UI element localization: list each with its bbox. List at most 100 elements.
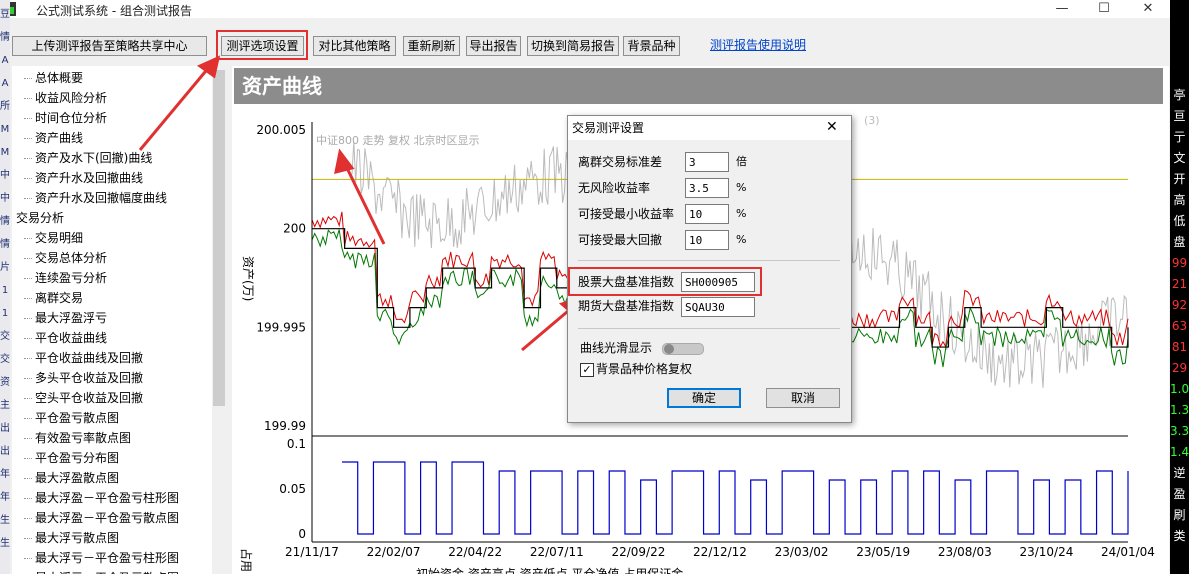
tree-item[interactable]: 平仓盈亏分布图: [35, 450, 119, 466]
tree-item[interactable]: 空头平仓收益及回撤: [35, 390, 143, 406]
cancel-button[interactable]: 取消: [766, 388, 840, 408]
left-strip-glyph: 交: [0, 354, 10, 365]
main-y-label: 资产(万): [241, 256, 255, 301]
highlight-box-index: [568, 267, 762, 296]
tree-item[interactable]: 最大浮亏散点图: [35, 530, 119, 546]
right-strip-glyph: 99: [1171, 256, 1188, 270]
tree-item[interactable]: 多头平仓收益及回撤: [35, 370, 143, 386]
risk-free-rate-input[interactable]: 3.5: [685, 178, 729, 198]
x-tick-label: 24/01/04: [1101, 545, 1155, 559]
sub-y-tick-label: 0: [298, 527, 306, 541]
help-link[interactable]: 测评报告使用说明: [710, 36, 806, 54]
export-report-button[interactable]: 导出报告: [466, 36, 521, 56]
tree-connector: [24, 338, 32, 339]
main-y-ticks: 200.005 200 199.995 199.99: [256, 123, 306, 433]
tree-scrollbar-thumb[interactable]: [213, 70, 225, 406]
right-strip-glyph: 63: [1171, 319, 1188, 333]
outlier-std-unit: 倍: [736, 155, 747, 168]
left-strip-glyph: 1: [1, 308, 9, 319]
tree-connector: [24, 498, 32, 499]
tree-item[interactable]: 资产升水及回撤曲线: [35, 170, 143, 186]
tree-connector: [24, 138, 32, 139]
tree-item[interactable]: 平仓盈亏散点图: [35, 410, 119, 426]
tree-item[interactable]: 最大浮亏－平仓盈亏散点图: [35, 570, 179, 574]
section-title: 资产曲线: [242, 74, 322, 98]
tree-connector: [24, 118, 32, 119]
dialog-close-button[interactable]: ✕: [826, 120, 838, 134]
outlier-std-input[interactable]: 3: [685, 152, 729, 172]
right-strip-glyph: 3.3: [1170, 424, 1189, 438]
smooth-curve-label: 曲线光滑显示: [580, 341, 653, 355]
main-y-tick-label: 200: [283, 222, 306, 236]
maximize-button[interactable]: ☐: [1084, 0, 1124, 18]
tree-connector: [24, 378, 32, 379]
tree-connector: [24, 398, 32, 399]
tree-item[interactable]: 收益风险分析: [35, 90, 107, 106]
minimize-button[interactable]: —: [1042, 0, 1082, 18]
upload-report-button[interactable]: 上传测评报告至策略共享中心: [12, 36, 207, 56]
x-tick-label: 22/09/22: [611, 545, 665, 559]
x-tick-label: 22/12/12: [693, 545, 747, 559]
right-strip-glyph: 盈: [1173, 487, 1186, 501]
smooth-curve-toggle[interactable]: [662, 343, 704, 355]
tree-item[interactable]: 总体概要: [35, 70, 83, 86]
background-symbol-button[interactable]: 背景品种: [623, 36, 680, 56]
report-tree: 总体概要收益风险分析 时间仓位分析 资产曲线资产及水下(回撤)曲线 资产升水及回撤曲线…: [12, 66, 214, 574]
tree-connector: [24, 258, 32, 259]
background-window-strip-right: 亭亘亍文开高低盘 99 21 92 63 81 29 1.0 1.3 3.3 1.4 逆盈刷类: [1170, 0, 1189, 574]
left-strip-glyph: 片: [0, 262, 10, 273]
switch-simple-report-button[interactable]: 切换到简易报告: [527, 36, 619, 56]
tree-item[interactable]: 有效盈亏率散点图: [35, 430, 131, 446]
right-strip-glyph: 类: [1173, 529, 1186, 543]
tree-item[interactable]: 最大浮亏－平仓盈亏柱形图: [35, 550, 179, 566]
main-y-tick-label: 199.995: [256, 320, 306, 334]
min-return-label: 可接受最小收益率: [578, 207, 675, 221]
compare-strategy-button[interactable]: 对比其他策略: [313, 36, 396, 56]
sub-y-label: 占用: [239, 548, 254, 572]
refresh-button[interactable]: 重新刷新: [403, 36, 460, 56]
left-strip-glyph: A: [1, 78, 9, 89]
x-tick-label: 23/10/24: [1019, 545, 1073, 559]
x-tick-label: 21/11/17: [285, 545, 339, 559]
right-strip-glyph: 亘: [1173, 109, 1186, 123]
tree-item[interactable]: 最大浮盈－平仓盈亏散点图: [35, 510, 179, 526]
tree-connector: [24, 178, 32, 179]
left-strip-glyph: M: [0, 124, 10, 135]
tree-item[interactable]: 交易分析: [16, 210, 64, 226]
left-strip-glyph: 资: [0, 377, 10, 388]
max-drawdown-input[interactable]: 10: [685, 230, 729, 250]
tree-connector: [24, 538, 32, 539]
tree-item[interactable]: 时间仓位分析: [35, 110, 107, 126]
outlier-std-label: 离群交易标准差: [578, 155, 663, 169]
right-strip-glyph: 刷: [1173, 508, 1186, 522]
tree-item[interactable]: 资产升水及回撤幅度曲线: [35, 190, 167, 206]
close-button[interactable]: ✕: [1128, 0, 1168, 18]
tree-item[interactable]: 资产及水下(回撤)曲线: [35, 150, 152, 166]
tree-item[interactable]: 连续盈亏分析: [35, 270, 107, 286]
tree-item[interactable]: 平仓收益曲线: [35, 330, 107, 346]
futures-index-input[interactable]: SQAU30: [681, 297, 755, 317]
background-index-label: 中证800 走势 复权 北京时区显示: [316, 133, 480, 147]
x-tick-label: 22/04/22: [448, 545, 502, 559]
tree-item[interactable]: 最大浮盈－平仓盈亏柱形图: [35, 490, 179, 506]
bg-restore-label: 背景品种价格复权: [596, 362, 693, 376]
tree-item[interactable]: 最大浮盈浮亏: [35, 310, 107, 326]
tree-item[interactable]: 交易总体分析: [35, 250, 107, 266]
hidden-title-fragment: (3): [864, 114, 880, 127]
background-window-strip-left: 豆情AA所MM中中情情片11交交资主出出年年生生: [0, 0, 10, 574]
tree-connector: [24, 518, 32, 519]
tree-item[interactable]: 资产曲线: [35, 130, 83, 146]
min-return-input[interactable]: 10: [685, 204, 729, 224]
test-settings-dialog: 交易测评设置 ✕ 离群交易标准差 3 倍 无风险收益率 3.5 % 可接受最小收…: [567, 115, 852, 423]
tree-item[interactable]: 最大浮盈散点图: [35, 470, 119, 486]
left-strip-glyph: 豆: [0, 9, 10, 20]
left-strip-glyph: 出: [0, 446, 10, 457]
tree-item[interactable]: 平仓收益曲线及回撤: [35, 350, 143, 366]
right-strip-glyph: 亭: [1173, 88, 1186, 102]
bg-restore-checkbox[interactable]: ✓: [580, 363, 594, 377]
x-tick-label: 22/02/07: [367, 545, 421, 559]
right-strip-glyph: 开: [1173, 172, 1186, 186]
tree-item[interactable]: 离群交易: [35, 290, 83, 306]
tree-item[interactable]: 交易明细: [35, 230, 83, 246]
ok-button[interactable]: 确定: [667, 388, 741, 408]
